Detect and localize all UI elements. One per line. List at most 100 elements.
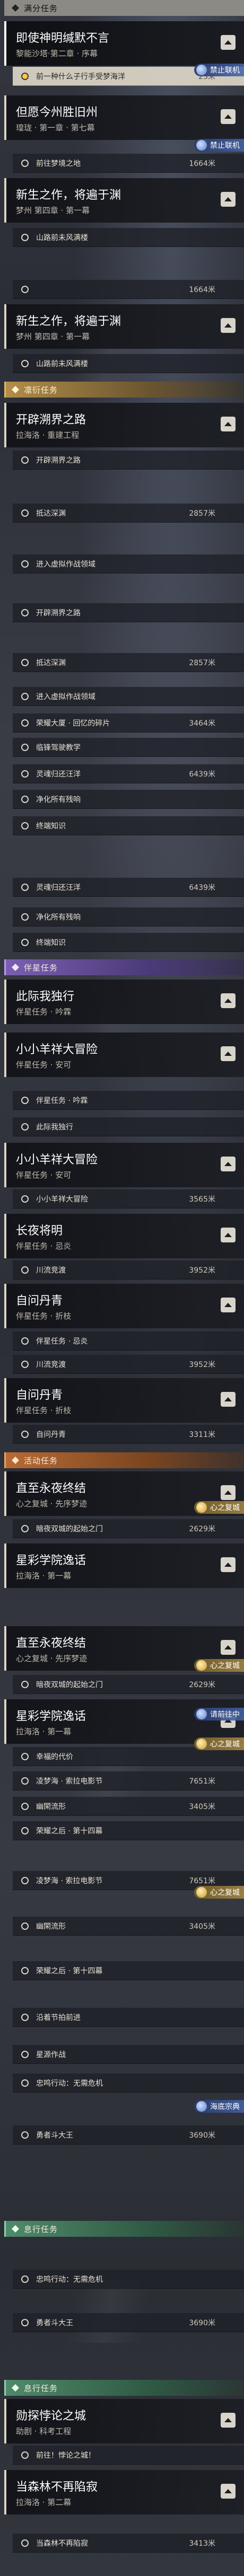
quest-title: 星彩学院逸话	[16, 1554, 86, 1567]
objective-row[interactable]: 此际我独行	[13, 1117, 244, 1136]
quest-card[interactable]: 新生之作，将遍于渊 梦州 第四章 · 第一幕	[4, 178, 244, 223]
objective-row[interactable]: 净化所有残响	[13, 907, 244, 927]
objective-row[interactable]: 小小羊祥大冒险 3565米	[13, 1189, 244, 1208]
planet-icon	[196, 2101, 207, 2112]
collapse-button[interactable]	[221, 192, 236, 207]
objective-text: 凌梦海 · 索拉电影节	[36, 1876, 103, 1885]
objective-row[interactable]: 山路前未风满楼	[13, 354, 244, 373]
objective-row[interactable]: 凌梦海 · 索拉电影节 7651米	[13, 1771, 244, 1790]
objective-text: 勇者斗大王	[36, 2131, 73, 2140]
objective-marker-icon	[21, 359, 29, 367]
objective-row[interactable]: 暗夜双城的起始之门 2629米	[13, 1675, 244, 1694]
collapse-button[interactable]	[221, 1298, 236, 1312]
objective-row[interactable]: 终端知识	[13, 933, 244, 952]
objective-row[interactable]: 1664米	[13, 280, 244, 299]
collapse-button[interactable]	[221, 993, 236, 1008]
objective-row[interactable]: 星源作战	[13, 2045, 244, 2064]
objective-row[interactable]: 伴星任务 · 吟霖	[13, 1091, 244, 1110]
objective-row[interactable]: 终端知识	[13, 816, 244, 835]
collapse-button[interactable]	[221, 1228, 236, 1242]
section-header-daily[interactable]: 满分任务	[4, 0, 244, 16]
quest-card[interactable]: 勋探悖论之城 助剧 · 科考工程	[4, 2399, 244, 2443]
objective-row[interactable]: 勇者斗大王 3690米	[13, 2313, 244, 2332]
collapse-button[interactable]	[221, 1392, 236, 1407]
collapse-button[interactable]	[221, 2413, 236, 2428]
quest-card[interactable]: 即使神明缄默不言 黎能沙塔·第二章 · 序幕	[4, 21, 244, 66]
quest-card[interactable]: 当森林不再陷寂 拉海洛 · 第二幕	[4, 2470, 244, 2515]
status-badge: 心之复城	[194, 1737, 244, 1750]
quest-card[interactable]: 自问丹青 伴星任务 · 折枝	[4, 1284, 244, 1328]
collapse-button[interactable]	[221, 1157, 236, 1171]
objective-row[interactable]: 山路前未风满楼	[13, 228, 244, 247]
quest-card[interactable]: 小小羊祥大冒险 伴星任务 · 安可	[4, 1033, 244, 1077]
quest-card[interactable]: 此际我独行 伴星任务 · 吟霖	[4, 980, 244, 1024]
chevron-up-icon	[224, 999, 232, 1003]
quest-card[interactable]: 新生之作，将遍于渊 梦州 第四章 · 第一幕	[4, 304, 244, 349]
objective-row[interactable]: 开辟溯界之路	[13, 603, 244, 622]
objective-row[interactable]: 当森林不再陷寂 3413米	[13, 2534, 244, 2553]
objective-marker-icon	[21, 883, 29, 891]
collapse-button[interactable]	[221, 318, 236, 333]
objective-row[interactable]: 忠鸣行动：无需危机	[13, 2074, 244, 2093]
section-header-rest[interactable]: 息行任务	[4, 2221, 244, 2237]
chevron-up-icon	[224, 1162, 232, 1166]
quest-card[interactable]: 星彩学院逸话 拉海洛 · 第一幕	[4, 1543, 244, 1588]
collapse-button[interactable]	[221, 1485, 236, 1500]
section-header-rest[interactable]: 息行任务	[4, 2380, 244, 2396]
collapse-button[interactable]	[221, 109, 236, 124]
objective-row[interactable]: 忠鸣行动：无需危机	[13, 2270, 244, 2289]
objective-row[interactable]: 自问丹青 3311米	[13, 1425, 244, 1444]
objective-row[interactable]: 暗夜双城的起始之门 2629米	[13, 1519, 244, 1538]
objective-row[interactable]: 灵魂归还汪洋 6439米	[13, 764, 244, 783]
quest-card[interactable]: 自问丹青 伴星任务 · 折枝	[4, 1378, 244, 1423]
objective-row[interactable]: 荣耀之后 · 第十四幕	[13, 1821, 244, 1840]
quest-subtitle: 心之复城 · 先序梦迹	[16, 1499, 88, 1508]
objective-text: 净化所有残响	[36, 795, 81, 804]
collapse-button[interactable]	[221, 417, 236, 431]
quest-title: 即使神明缄默不言	[16, 32, 110, 45]
objective-row[interactable]: 抵达深渊 2857米	[13, 653, 244, 672]
objective-row[interactable]: 勇者斗大王 3690米	[13, 2125, 244, 2145]
objective-row[interactable]: 川流竞渡 3952米	[13, 1355, 244, 1374]
objective-row[interactable]: 沿着节拍前进	[13, 2008, 244, 2027]
objective-text: 山路前未风满楼	[36, 359, 88, 368]
collapse-button[interactable]	[221, 2484, 236, 2499]
objective-row[interactable]: 进入虚拟作战领域	[13, 687, 244, 706]
section-header-companion[interactable]: 伴星任务	[4, 959, 244, 975]
objective-marker-icon	[21, 1777, 29, 1785]
objective-row[interactable]: 开辟溯界之路	[13, 451, 244, 470]
quest-subtitle: 心之复城 · 先序梦迹	[16, 1654, 88, 1663]
objective-row[interactable]: 临锋驾驶教学	[13, 738, 244, 757]
objective-text: 沿着节拍前进	[36, 2013, 81, 2022]
objective-row[interactable]: 幽閑流形 3405米	[13, 1917, 244, 1936]
objective-text: 终端知识	[36, 938, 66, 947]
quest-card[interactable]: 但愿今州胜旧州 瑝珑 · 第一章 · 第七幕	[4, 95, 244, 140]
objective-row[interactable]: 荣耀大厦 · 回忆的碎片 3464米	[13, 713, 244, 733]
quest-card[interactable]: 小小羊祥大冒险 伴星任务 · 安可	[4, 1143, 244, 1187]
collapse-button[interactable]	[221, 1557, 236, 1572]
objective-row[interactable]: 伴星任务 · 忌炎	[13, 1331, 244, 1351]
objective-marker-icon	[21, 2131, 29, 2139]
objective-marker-icon	[21, 560, 29, 568]
collapse-button[interactable]	[221, 1046, 236, 1061]
objective-distance: 7651米	[189, 1777, 215, 1786]
collapse-button[interactable]	[221, 1640, 236, 1655]
quest-subtitle: 伴星任务 · 安可	[16, 1060, 72, 1070]
section-header-main[interactable]: 凛衍任务	[4, 382, 244, 398]
collapse-button[interactable]	[221, 35, 236, 50]
objective-row[interactable]: 灵魂归还汪洋 6439米	[13, 878, 244, 897]
planet-icon	[196, 65, 207, 75]
quest-card[interactable]: 长夜将明 伴星任务 · 忌炎	[4, 1214, 244, 1258]
quest-card[interactable]: 开辟溯界之路 拉海洛 · 重建工程	[4, 403, 244, 447]
objective-row[interactable]: 抵达深渊 2857米	[13, 504, 244, 523]
objective-row[interactable]: 荣耀之后 · 第十四幕	[13, 1961, 244, 1980]
objective-row[interactable]: 前往梦境之地 1664米	[13, 154, 244, 173]
objective-row[interactable]: 川流竞渡 3952米	[13, 1260, 244, 1280]
section-header-event[interactable]: 活动任务	[4, 1452, 244, 1468]
planet-icon	[196, 140, 207, 151]
objective-row[interactable]: 进入虚拟作战领域	[13, 554, 244, 574]
objective-row[interactable]: 幽閑流形 3405米	[13, 1797, 244, 1816]
objective-row[interactable]: 净化所有残响	[13, 790, 244, 809]
diamond-icon	[11, 2225, 20, 2233]
objective-row[interactable]: 前往！悖论之城！	[13, 2446, 244, 2465]
